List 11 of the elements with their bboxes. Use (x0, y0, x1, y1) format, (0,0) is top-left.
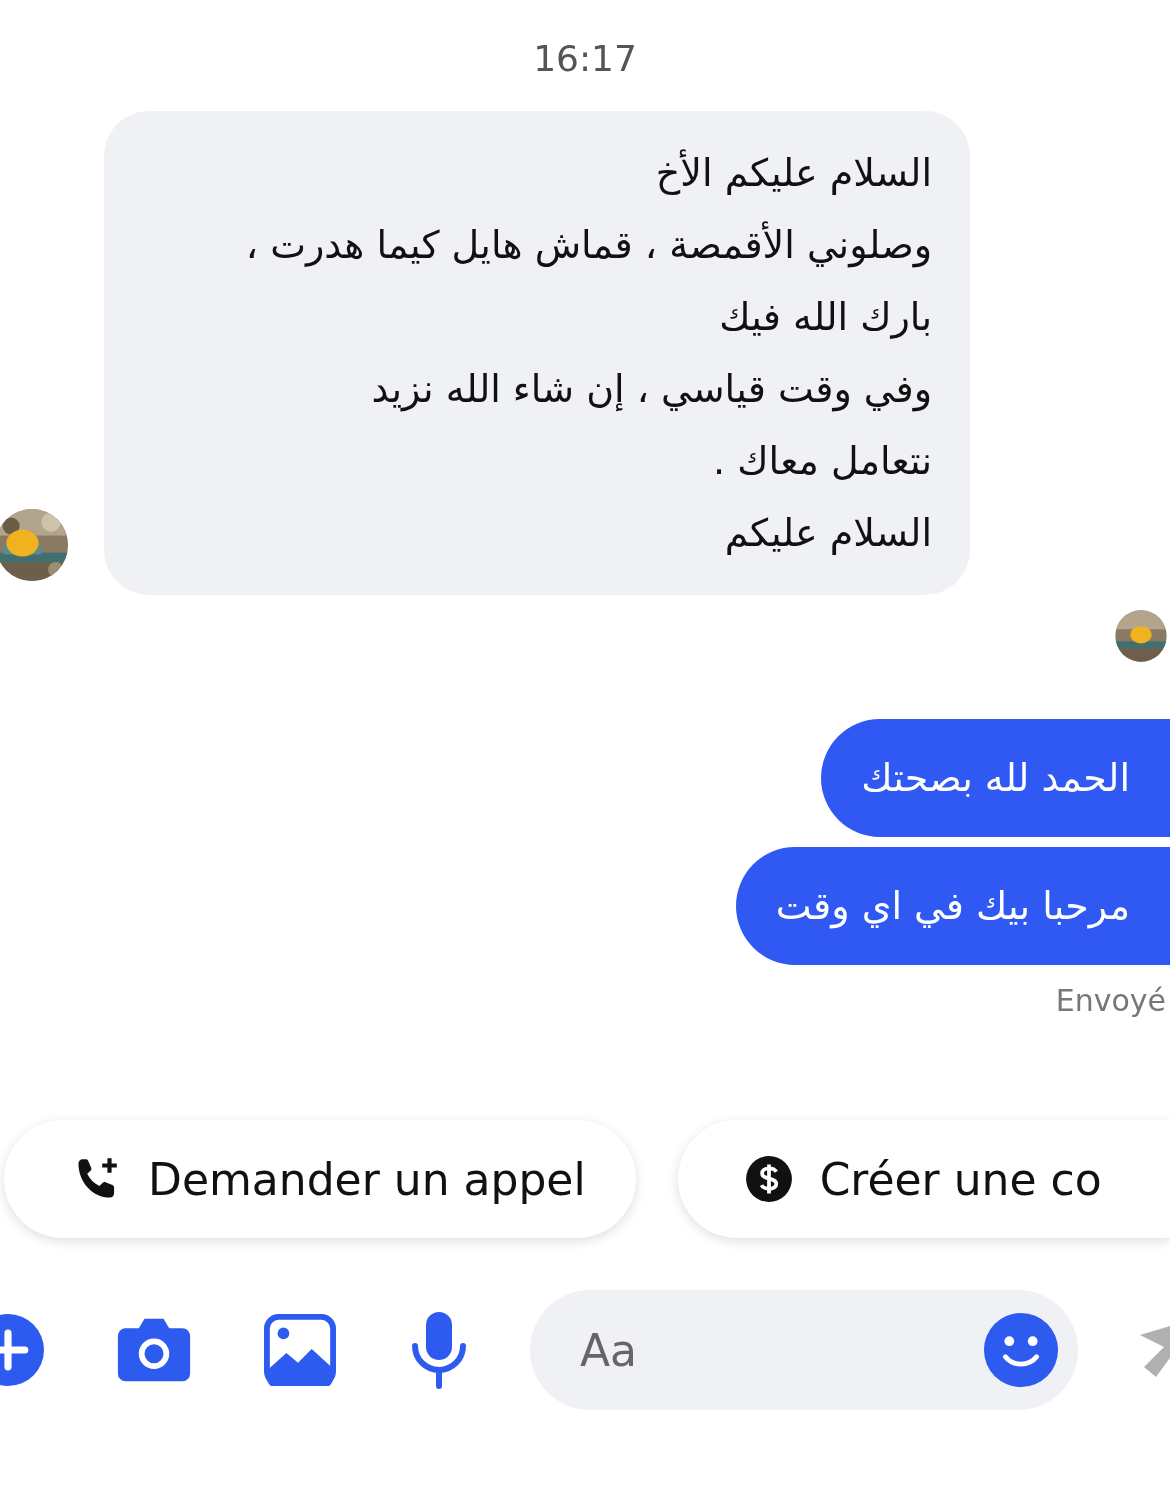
quick-reply-button[interactable]: Créer une co (677, 1120, 1170, 1238)
message-time: 16:17 (532, 37, 638, 79)
message-input[interactable]: Aa (530, 1290, 1078, 1410)
smiley-icon[interactable] (982, 1311, 1060, 1389)
quick-reply-button[interactable]: Demander un appel (4, 1120, 636, 1238)
sent-message: الحمد لله بصحتك (821, 719, 1170, 837)
image-icon[interactable] (262, 1314, 338, 1386)
dollar-icon (743, 1154, 794, 1204)
delivery-status: Envoyé (1055, 983, 1166, 1018)
received-message: السلام عليكم الأخ وصلوني الأقمصة ، قماش هايل كيما هدرت ، بارك الله فيك وفي وقت قياسي ، إن شاء الله نزيد نتعامل معاك . السلام عليكم (104, 111, 970, 595)
sent-message: مرحبا بيك في اي وقت (735, 847, 1170, 965)
